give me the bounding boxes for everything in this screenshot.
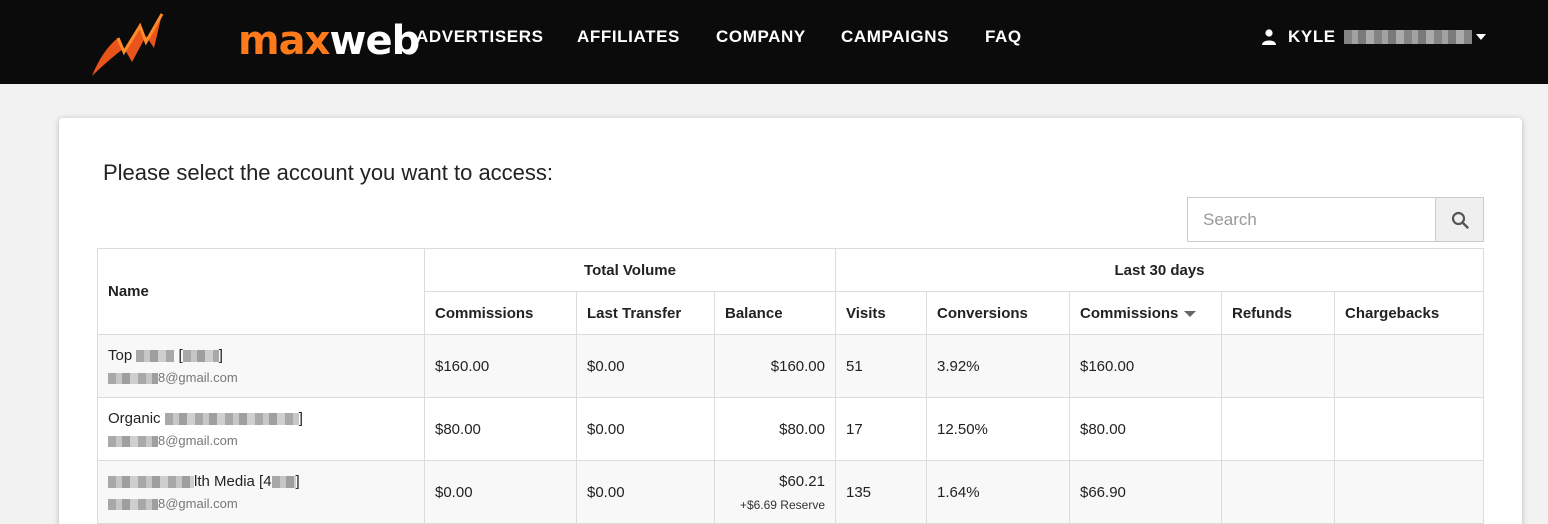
account-name-prefix: Top <box>108 347 133 364</box>
user-menu[interactable]: KYLE <box>1262 27 1486 47</box>
redacted-text <box>182 350 219 363</box>
logo-wordmark: maxweb <box>238 18 420 64</box>
table-row[interactable]: lth Media [4] 8@gmail.com $0.00 $0.00 $6… <box>97 460 1484 524</box>
refunds-cell <box>1221 334 1335 398</box>
commissions-30-cell: $80.00 <box>1069 397 1222 461</box>
maxweb-logo[interactable]: maxweb <box>88 4 420 80</box>
account-email-suffix: 8@gmail.com <box>158 433 238 448</box>
group-header-last-30-days: Last 30 days <box>835 248 1484 292</box>
chevron-down-icon <box>1475 34 1486 40</box>
nav-advertisers[interactable]: ADVERTISERS <box>416 27 544 47</box>
balance-cell: $160.00 <box>714 334 836 398</box>
commissions-cell: $0.00 <box>424 460 577 524</box>
account-name-prefix: Organic <box>108 410 161 427</box>
last-transfer-cell: $0.00 <box>576 397 715 461</box>
col-header-balance[interactable]: Balance <box>714 291 836 335</box>
conversions-cell: 1.64% <box>926 460 1070 524</box>
commissions-30-cell: $66.90 <box>1069 460 1222 524</box>
col-header-chargebacks[interactable]: Chargebacks <box>1334 291 1484 335</box>
redacted-text <box>108 499 158 511</box>
col-header-visits[interactable]: Visits <box>835 291 927 335</box>
refunds-cell <box>1221 397 1335 461</box>
logo-max-text: max <box>238 18 330 64</box>
account-email: 8@gmail.com <box>108 496 414 511</box>
table-row[interactable]: Organic ] 8@gmail.com $80.00 $0.00 $80.0… <box>97 397 1484 461</box>
account-cell[interactable]: Top [] 8@gmail.com <box>97 334 425 398</box>
account-name: Organic ] <box>108 410 414 427</box>
visits-cell: 135 <box>835 460 927 524</box>
reserve-note: +$6.69 Reserve <box>739 497 825 512</box>
conversions-cell: 3.92% <box>926 334 1070 398</box>
search-box <box>1187 197 1484 242</box>
chargebacks-cell <box>1334 397 1484 461</box>
redacted-text <box>108 476 194 489</box>
col-header-last-transfer[interactable]: Last Transfer <box>576 291 715 335</box>
account-cell[interactable]: Organic ] 8@gmail.com <box>97 397 425 461</box>
account-name: Top [] <box>108 347 414 364</box>
account-name: lth Media [4] <box>108 473 414 490</box>
logo-web-text: web <box>329 18 420 64</box>
account-name-end: ] <box>295 473 300 490</box>
balance-cell: $60.21 +$6.69 Reserve <box>714 460 836 524</box>
search-button[interactable] <box>1435 198 1483 241</box>
account-name-suffix: lth Media [4 <box>194 473 272 490</box>
account-email-suffix: 8@gmail.com <box>158 496 238 511</box>
commissions-30-cell: $160.00 <box>1069 334 1222 398</box>
group-header-total-volume: Total Volume <box>424 248 836 292</box>
redacted-text <box>164 413 299 426</box>
refunds-cell <box>1221 460 1335 524</box>
last-transfer-cell: $0.00 <box>576 334 715 398</box>
page-title: Please select the account you want to ac… <box>103 160 554 185</box>
conversions-cell: 12.50% <box>926 397 1070 461</box>
visits-cell: 51 <box>835 334 927 398</box>
col-header-name[interactable]: Name <box>97 248 425 335</box>
nav-faq[interactable]: FAQ <box>985 27 1022 47</box>
nav-affiliates[interactable]: AFFILIATES <box>577 27 680 47</box>
redacted-text <box>136 350 175 363</box>
sort-desc-icon <box>1184 310 1197 317</box>
commissions-cell: $80.00 <box>424 397 577 461</box>
commissions-cell: $160.00 <box>424 334 577 398</box>
nav-company[interactable]: COMPANY <box>716 27 806 47</box>
search-icon <box>1451 211 1469 229</box>
search-input[interactable] <box>1188 198 1435 241</box>
account-name-end: ] <box>218 347 223 364</box>
balance-cell: $80.00 <box>714 397 836 461</box>
last-transfer-cell: $0.00 <box>576 460 715 524</box>
redacted-text <box>271 476 296 489</box>
col-header-commissions-30-label: Commissions <box>1080 304 1179 322</box>
balance-value: $60.21 <box>779 472 825 490</box>
account-email-suffix: 8@gmail.com <box>158 370 238 385</box>
account-cell[interactable]: lth Media [4] 8@gmail.com <box>97 460 425 524</box>
top-navbar: maxweb ADVERTISERS AFFILIATES COMPANY CA… <box>0 0 1548 84</box>
nav-campaigns[interactable]: CAMPAIGNS <box>841 27 949 47</box>
redacted-text <box>1343 30 1472 44</box>
user-name: KYLE <box>1288 27 1336 46</box>
account-email: 8@gmail.com <box>108 433 414 448</box>
accounts-table: Name Total Volume Last 30 days Commissio… <box>97 248 1484 524</box>
col-header-conversions[interactable]: Conversions <box>926 291 1070 335</box>
table-row[interactable]: Top [] 8@gmail.com $160.00 $0.00 $160.00… <box>97 334 1484 398</box>
account-name-end: ] <box>298 410 303 427</box>
col-header-refunds[interactable]: Refunds <box>1221 291 1335 335</box>
col-header-commissions[interactable]: Commissions <box>424 291 577 335</box>
account-email: 8@gmail.com <box>108 370 414 385</box>
col-header-commissions-30[interactable]: Commissions <box>1069 291 1222 335</box>
chargebacks-cell <box>1334 460 1484 524</box>
user-icon <box>1262 29 1276 45</box>
chargebacks-cell <box>1334 334 1484 398</box>
redacted-text <box>108 373 158 385</box>
account-select-card: Please select the account you want to ac… <box>59 118 1522 524</box>
lightning-logo-icon <box>92 13 164 76</box>
redacted-text <box>108 436 158 448</box>
visits-cell: 17 <box>835 397 927 461</box>
